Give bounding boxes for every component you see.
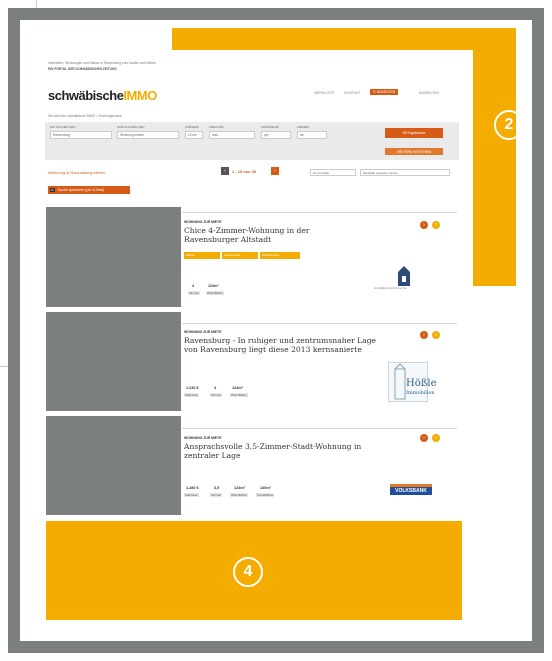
listing-favorite-icon[interactable]: ☆ — [432, 221, 440, 229]
price-input[interactable]: max. — [209, 131, 255, 139]
listing-favorite-icon[interactable]: ☆ — [432, 331, 440, 339]
listing-image-placeholder — [46, 416, 181, 515]
listing-separator — [182, 428, 457, 429]
listing-info-icon[interactable]: › — [420, 434, 428, 442]
stat-value: 124m² — [232, 386, 243, 390]
radius-select[interactable]: 10 km — [185, 131, 203, 139]
save-search-label: Suche speichern (per E-Mail) — [57, 188, 105, 192]
listing-image-placeholder — [46, 207, 181, 307]
logo-text-2: IMMO — [123, 88, 157, 103]
stat-label: Zimmer — [210, 393, 223, 397]
stat-label: Wohnfläche — [206, 291, 224, 295]
callout-badge-4: 4 — [233, 557, 263, 587]
listing-title[interactable]: Ravensburg - In ruhiger und zentrumsnahe… — [184, 336, 384, 354]
search-panel: WO SUCHEN SIE? Ravensburg WAS SUCHEN SIE… — [45, 122, 459, 160]
field-label-type: WAS SUCHEN SIE? — [117, 125, 145, 129]
size-input[interactable]: qm — [261, 131, 291, 139]
nav-merkliste[interactable]: MERKLISTE — [314, 91, 334, 95]
rooms-input[interactable]: ab — [297, 131, 327, 139]
breadcrumb: Sie sind hier: schwäbische IMMO > Sucher… — [48, 114, 122, 118]
per-page-select[interactable]: 10 pro Seite — [310, 169, 356, 176]
save-search-button[interactable]: ✉ Suche speichern (per E-Mail) — [48, 186, 130, 194]
stat-value: 3,5 — [214, 486, 220, 490]
listing-type: WOHNUNG ZUR MIETE — [184, 330, 222, 334]
stat-label: Wohnfläche — [230, 393, 248, 397]
listing-tag: Balkon — [184, 252, 220, 259]
location-input[interactable]: Ravensburg — [50, 131, 112, 139]
type-select[interactable]: Wohnung mieten — [117, 131, 179, 139]
site-logo[interactable]: schwäbischeIMMO — [48, 88, 157, 103]
nav-anmelden[interactable]: ANMELDEN — [419, 91, 439, 95]
callout-badge-2: 2 — [494, 110, 524, 140]
listing-type: WOHNUNG ZUR MIETE — [184, 436, 222, 440]
listing-image-placeholder — [46, 312, 181, 411]
save-search-icon: ✉ — [50, 188, 55, 192]
stat-value: 124m² — [234, 486, 245, 490]
listing-title[interactable]: Ansprachsvolle 3,5-Zimmer-Stadt-Wohnung … — [184, 442, 364, 460]
field-label-rooms: ZIMMER — [297, 125, 309, 129]
listing-title[interactable]: Chice 4-Zimmer-Wohnung in der Ravensburg… — [184, 226, 364, 244]
field-label-location: WO SUCHEN SIE? — [50, 125, 77, 129]
field-label-radius: UMKREIS — [185, 125, 199, 129]
site-tagline: Immobilien, Wohnungen und Häuser in Rave… — [48, 61, 156, 65]
sort-select[interactable]: aktualität (neueste zuerst) — [360, 169, 450, 176]
stat-label: Zimmer — [210, 493, 223, 497]
decor-line-top — [36, 0, 37, 8]
site-subtagline: EIN PORTAL DER SCHWÄBISCHEN ZEITUNG — [48, 67, 117, 71]
stat-value: 130m² — [260, 486, 271, 490]
listing-item[interactable]: WOHNUNG ZUR MIETE Ravensburg - In ruhige… — [184, 328, 459, 423]
stat-value: 4 — [214, 386, 217, 390]
stat-label: Grundfläche — [256, 493, 275, 497]
stat-value: 1.230 € — [186, 386, 199, 390]
agent-logo-text: VOLKSBANK — [390, 487, 432, 495]
listing-tag: Einbauküche — [260, 252, 300, 259]
stat-value: 110m² — [208, 284, 219, 288]
listing-separator — [182, 212, 457, 213]
search-submit-button[interactable]: 38 Ergebnisse — [385, 128, 443, 138]
agent-logo-text: Hößle — [406, 378, 437, 389]
nav-anzeigen-label: ANZEIGEN — [376, 90, 396, 94]
pagination-label: 1 - 10 von 38 — [232, 169, 257, 174]
agent-logo-subtext: Immobilien — [406, 390, 435, 396]
listing-tag: Gartenanteil — [222, 252, 258, 259]
stat-label: Zimmer — [188, 291, 201, 295]
stat-value: 4 — [192, 284, 195, 288]
agent-logo-house-icon — [398, 266, 410, 286]
listing-item[interactable]: WOHNUNG ZUR MIETE Chice 4-Zimmer-Wohnung… — [184, 218, 459, 313]
stat-label: Wohnfläche — [230, 493, 248, 497]
listing-type: WOHNUNG ZUR MIETE — [184, 220, 222, 224]
listing-separator — [182, 323, 457, 324]
logo-text-1: schwäbische — [48, 88, 124, 103]
stat-label: Kaltmiete — [184, 493, 199, 497]
next-page-button[interactable]: › — [271, 167, 279, 175]
listing-favorite-icon[interactable]: ☆ — [432, 434, 440, 442]
listing-info-icon[interactable]: › — [420, 331, 428, 339]
stat-value: 1.280 € — [186, 486, 199, 490]
more-criteria-button[interactable]: WEITERE KRITERIEN — [385, 148, 443, 155]
agent-logo-bank: VOLKSBANK — [390, 484, 432, 498]
field-label-price: PREIS BIS — [209, 125, 224, 129]
agent-logo-text: Immobilien GmbH & Co. KG — [374, 287, 407, 290]
nav-anzeigen-button[interactable]: ✎ ANZEIGEN — [370, 89, 399, 95]
results-heading: Wohnung in Ravensburg mieten — [48, 170, 106, 175]
field-label-size: GRÖSSE AB — [261, 125, 279, 129]
decor-line-left — [0, 366, 8, 367]
listing-info-icon[interactable]: › — [420, 221, 428, 229]
stat-label: Kaltmiete — [184, 393, 199, 397]
nav-kontakt[interactable]: KONTAKT — [344, 91, 361, 95]
prev-page-button[interactable]: ‹ — [221, 167, 229, 175]
listing-item[interactable]: WOHNUNG ZUR MIETE Ansprachsvolle 3,5-Zim… — [184, 434, 459, 514]
